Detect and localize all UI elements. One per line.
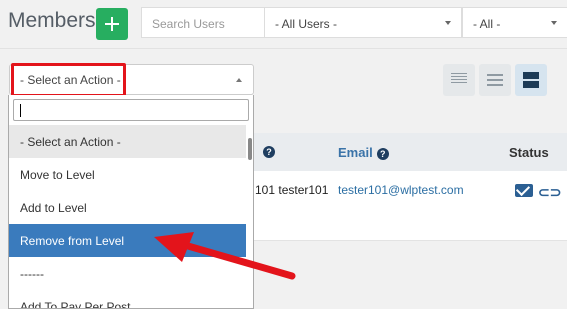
annotation-arrow [154, 232, 296, 280]
annotation-arrow-head [154, 232, 194, 262]
annotation-arrow-shaft [184, 242, 296, 280]
